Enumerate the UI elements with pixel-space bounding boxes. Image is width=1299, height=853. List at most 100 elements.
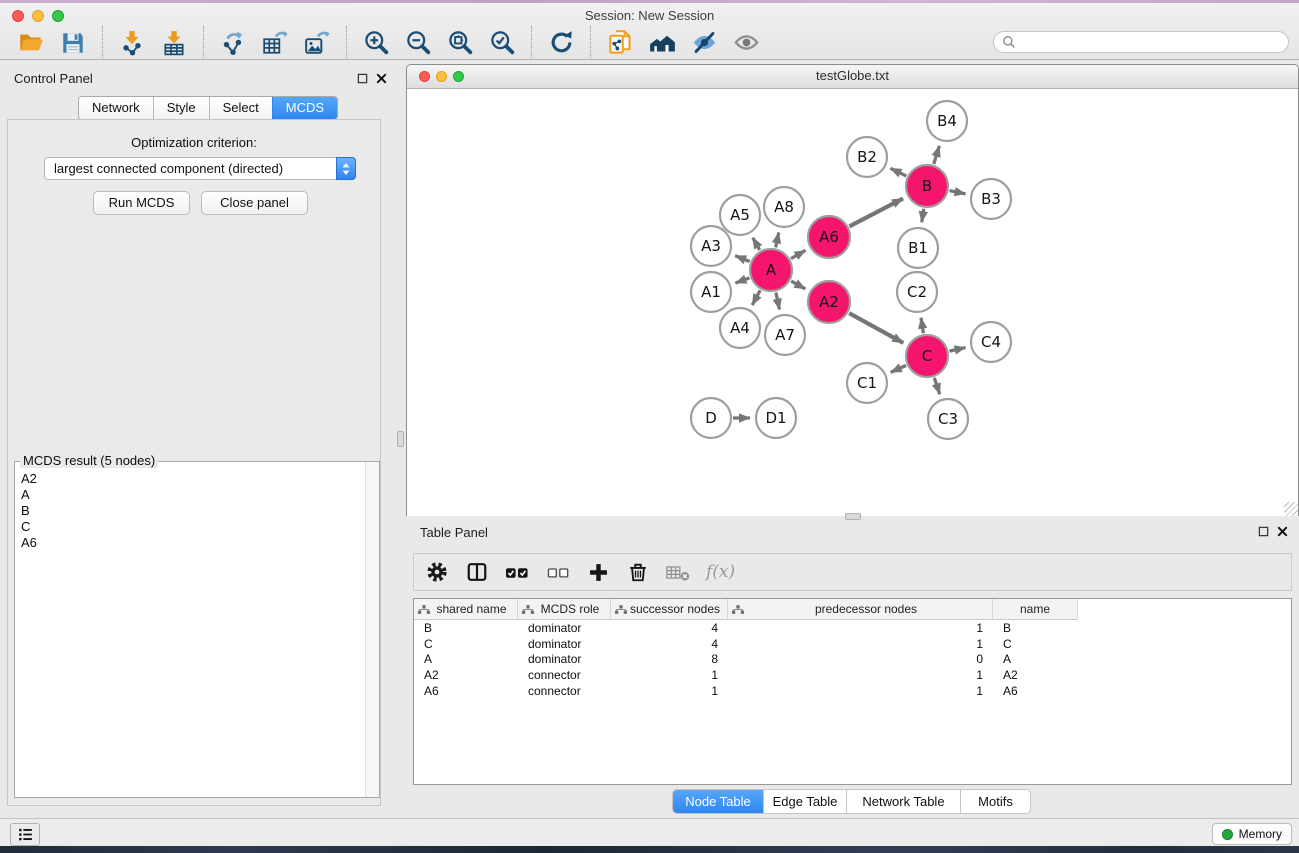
- graph-node-C1[interactable]: C1: [847, 363, 887, 403]
- graph-node-A5[interactable]: A5: [720, 195, 760, 235]
- deselect-all-button[interactable]: [546, 562, 570, 583]
- cell-predecessor-nodes[interactable]: 1: [728, 637, 993, 651]
- save-session-button[interactable]: [54, 28, 92, 58]
- import-network-icon[interactable]: [119, 30, 145, 56]
- graph-node-C4[interactable]: C4: [971, 322, 1011, 362]
- cell-MCDS-role[interactable]: connector: [518, 668, 611, 682]
- function-button[interactable]: f(x): [706, 562, 735, 582]
- tab-mcds[interactable]: MCDS: [272, 97, 337, 119]
- zoom-in-icon[interactable]: [363, 29, 390, 56]
- table-row[interactable]: Bdominator41B: [414, 620, 1291, 636]
- home-button[interactable]: [643, 28, 681, 58]
- cell-name[interactable]: A2: [993, 668, 1078, 682]
- export-table-button[interactable]: [256, 28, 294, 58]
- export-image-icon[interactable]: [304, 30, 330, 56]
- result-item[interactable]: A: [21, 487, 363, 503]
- zoom-network-icon[interactable]: [453, 71, 464, 82]
- search-input[interactable]: [1021, 32, 1288, 52]
- cell-successor-nodes[interactable]: 1: [611, 684, 728, 698]
- graph-edge-A-A7[interactable]: [776, 292, 780, 309]
- import-table-icon[interactable]: [161, 30, 187, 56]
- graph-node-B2[interactable]: B2: [847, 137, 887, 177]
- close-icon[interactable]: [376, 73, 387, 84]
- network-canvas[interactable]: B4B2BB3A5A8A6B1A3AC2A1A2A4A7C4CC1C3DD1: [407, 89, 1298, 516]
- graph-node-B[interactable]: B: [906, 165, 948, 207]
- zoom-out-icon[interactable]: [405, 29, 432, 56]
- graph-edge-A2-C[interactable]: [849, 313, 903, 343]
- table-row[interactable]: Cdominator41C: [414, 636, 1291, 652]
- graph-edge-A-A5[interactable]: [753, 238, 760, 250]
- graph-node-A[interactable]: A: [750, 249, 792, 291]
- delete-table-button[interactable]: [666, 563, 690, 582]
- hide-graphics-icon[interactable]: [691, 29, 718, 56]
- tab-network[interactable]: Network: [79, 97, 153, 119]
- column-header-predecessor-nodes[interactable]: predecessor nodes: [728, 599, 993, 620]
- graph-edge-B-B4[interactable]: [934, 146, 940, 164]
- tab-style[interactable]: Style: [153, 97, 209, 119]
- table-row[interactable]: A6connector11A6: [414, 683, 1291, 699]
- close-network-icon[interactable]: [419, 71, 430, 82]
- memory-button[interactable]: Memory: [1212, 823, 1292, 845]
- cell-name[interactable]: A: [993, 652, 1078, 666]
- graph-edge-B-B3[interactable]: [950, 191, 966, 194]
- column-header-name[interactable]: name: [993, 599, 1078, 620]
- cell-shared-name[interactable]: A2: [414, 668, 518, 682]
- result-item[interactable]: A2: [21, 471, 363, 487]
- tab-network-table[interactable]: Network Table: [846, 790, 960, 813]
- graph-node-A3[interactable]: A3: [691, 226, 731, 266]
- close-panel-button[interactable]: Close panel: [201, 191, 308, 215]
- cell-predecessor-nodes[interactable]: 0: [728, 652, 993, 666]
- zoom-in-button[interactable]: [357, 28, 395, 58]
- table-row[interactable]: A2connector11A2: [414, 667, 1291, 683]
- column-header-MCDS-role[interactable]: MCDS role: [518, 599, 611, 620]
- delete-icon[interactable]: [627, 561, 649, 583]
- horizontal-splitter-grip[interactable]: [845, 513, 861, 520]
- cell-name[interactable]: B: [993, 621, 1078, 635]
- criterion-dropdown[interactable]: largest connected component (directed): [44, 157, 356, 180]
- cell-MCDS-role[interactable]: connector: [518, 684, 611, 698]
- import-network-button[interactable]: [113, 28, 151, 58]
- task-history-button[interactable]: [10, 823, 40, 846]
- graph-node-B4[interactable]: B4: [927, 101, 967, 141]
- column-header-shared-name[interactable]: shared name: [414, 599, 518, 620]
- result-item[interactable]: C: [21, 519, 363, 535]
- network-window-titlebar[interactable]: testGlobe.txt: [407, 65, 1298, 89]
- graph-edge-C-C3[interactable]: [934, 378, 940, 395]
- cell-shared-name[interactable]: C: [414, 637, 518, 651]
- cell-shared-name[interactable]: A6: [414, 684, 518, 698]
- graph-edge-A6-B[interactable]: [849, 198, 903, 226]
- tab-node-table[interactable]: Node Table: [673, 790, 763, 813]
- result-scrollbar[interactable]: [365, 462, 379, 797]
- cell-predecessor-nodes[interactable]: 1: [728, 621, 993, 635]
- hide-graphics-button[interactable]: [685, 28, 723, 58]
- cell-name[interactable]: A6: [993, 684, 1078, 698]
- export-network-icon[interactable]: [220, 30, 246, 56]
- graph-node-C[interactable]: C: [906, 335, 948, 377]
- cell-predecessor-nodes[interactable]: 1: [728, 668, 993, 682]
- graph-edge-A-A8[interactable]: [776, 232, 779, 247]
- zoom-fit-icon[interactable]: [447, 29, 474, 56]
- network-graph[interactable]: B4B2BB3A5A8A6B1A3AC2A1A2A4A7C4CC1C3DD1: [407, 89, 1298, 516]
- graph-edge-C-C2[interactable]: [921, 318, 923, 334]
- table-row[interactable]: Adominator80A: [414, 651, 1291, 667]
- graph-edge-C-C1[interactable]: [891, 365, 906, 372]
- graph-node-D1[interactable]: D1: [756, 398, 796, 438]
- export-table-icon[interactable]: [262, 30, 288, 56]
- export-image-button[interactable]: [298, 28, 336, 58]
- gear-button[interactable]: [425, 561, 449, 583]
- graph-node-C3[interactable]: C3: [928, 399, 968, 439]
- zoom-fit-button[interactable]: [441, 28, 479, 58]
- delete-button[interactable]: [626, 561, 650, 583]
- graph-edge-A-A1[interactable]: [735, 278, 749, 283]
- chevron-up-down-icon[interactable]: [336, 157, 356, 180]
- float-icon[interactable]: [1258, 526, 1269, 537]
- cell-shared-name[interactable]: A: [414, 652, 518, 666]
- cell-MCDS-role[interactable]: dominator: [518, 652, 611, 666]
- graph-edge-A-A3[interactable]: [735, 256, 750, 262]
- copy-network-icon[interactable]: [607, 29, 634, 56]
- result-item[interactable]: A6: [21, 535, 363, 551]
- export-network-button[interactable]: [214, 28, 252, 58]
- cell-successor-nodes[interactable]: 4: [611, 621, 728, 635]
- copy-network-button[interactable]: [601, 28, 639, 58]
- cell-MCDS-role[interactable]: dominator: [518, 621, 611, 635]
